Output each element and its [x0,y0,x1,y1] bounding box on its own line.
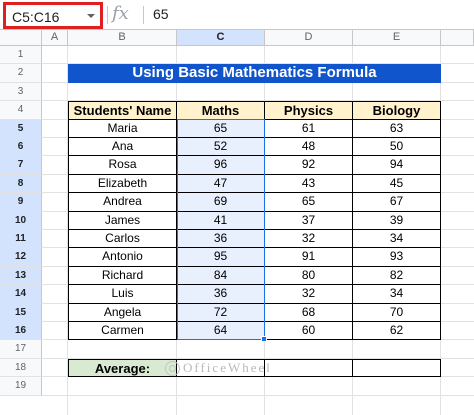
student-name-cell[interactable]: Antonio [68,248,177,267]
score-cell[interactable]: 94 [353,156,441,175]
column-header-a[interactable]: A [42,30,68,46]
score-cell[interactable]: 65 [265,193,353,212]
score-cell[interactable]: 52 [177,138,265,157]
row-header-10[interactable]: 10 [0,211,42,230]
score-cell[interactable]: 60 [265,322,353,341]
score-cell[interactable]: 70 [353,303,441,322]
row-header-16[interactable]: 16 [0,322,42,341]
score-cell[interactable]: 68 [265,303,353,322]
student-name-cell[interactable]: Andrea [68,193,177,212]
row-header-17[interactable]: 17 [0,340,42,359]
score-cell[interactable]: 61 [265,119,353,138]
row-header-4[interactable]: 4 [0,101,42,120]
officewheel-logo [165,360,180,376]
average-value-cell[interactable] [265,358,353,378]
score-cell[interactable]: 45 [353,174,441,194]
score-cell[interactable]: 62 [353,322,441,341]
row-header-3[interactable]: 3 [0,82,42,102]
score-cell[interactable]: 67 [353,193,441,212]
fx-icon: fx [112,3,129,24]
score-cell[interactable]: 72 [177,303,265,322]
column-header-d[interactable]: D [265,30,353,46]
student-name-cell[interactable]: Angela [68,303,177,322]
score-cell[interactable]: 32 [265,230,353,249]
score-cell[interactable]: 65 [177,119,265,138]
row-header-14[interactable]: 14 [0,285,42,304]
student-name-cell[interactable]: Elizabeth [68,174,177,194]
score-cell[interactable]: 41 [177,211,265,230]
row-header-7[interactable]: 7 [0,156,42,175]
column-header-f[interactable] [441,30,474,46]
student-name-cell[interactable]: Maria [68,119,177,138]
name-box[interactable]: C5:C16 [3,2,103,29]
student-name-cell[interactable]: Luis [68,285,177,304]
watermark: OfficeWheel [183,359,272,375]
score-cell[interactable]: 34 [353,230,441,249]
table-header-cell[interactable]: Physics [265,101,353,120]
student-name-cell[interactable]: Ana [68,138,177,157]
score-cell[interactable]: 84 [177,266,265,286]
column-header-e[interactable]: E [353,30,441,46]
score-cell[interactable]: 64 [177,322,265,341]
row-header-1[interactable]: 1 [0,46,42,65]
score-cell[interactable]: 91 [265,248,353,267]
student-name-cell[interactable]: James [68,211,177,230]
table-header-cell[interactable]: Maths [177,101,265,120]
score-cell[interactable]: 80 [265,266,353,286]
formula-bar-divider [107,6,108,24]
column-header-c[interactable]: C [177,30,265,46]
table-header-cell[interactable]: Biology [353,101,441,120]
student-name-cell[interactable]: Carmen [68,322,177,341]
average-label-cell[interactable]: Average: [68,358,177,378]
score-cell[interactable]: 95 [177,248,265,267]
formula-input[interactable]: 65 [153,6,169,22]
score-cell[interactable]: 63 [353,119,441,138]
fill-handle[interactable] [261,336,267,343]
table-header-cell[interactable]: Students' Name [68,101,177,120]
row-header-13[interactable]: 13 [0,266,42,286]
score-cell[interactable]: 37 [265,211,353,230]
score-cell[interactable]: 82 [353,266,441,286]
gridline [42,394,474,396]
student-name-cell[interactable]: Rosa [68,156,177,175]
score-cell[interactable]: 47 [177,174,265,194]
row-header-9[interactable]: 9 [0,193,42,212]
student-name-cell[interactable]: Carlos [68,230,177,249]
score-cell[interactable]: 69 [177,193,265,212]
score-cell[interactable]: 96 [177,156,265,175]
score-cell[interactable]: 48 [265,138,353,157]
chevron-down-icon[interactable] [86,11,96,21]
row-header-5[interactable]: 5 [0,119,42,138]
score-cell[interactable]: 34 [353,285,441,304]
row-header-12[interactable]: 12 [0,248,42,267]
row-header-11[interactable]: 11 [0,230,42,249]
row-header-6[interactable]: 6 [0,138,42,157]
select-all-corner[interactable] [0,30,42,46]
row-header-15[interactable]: 15 [0,303,42,322]
score-cell[interactable]: 43 [265,174,353,194]
row-header-2[interactable]: 2 [0,64,42,83]
score-cell[interactable]: 50 [353,138,441,157]
score-cell[interactable]: 36 [177,285,265,304]
row-header-18[interactable]: 18 [0,358,42,378]
score-cell[interactable]: 92 [265,156,353,175]
column-header-b[interactable]: B [68,30,177,46]
row-header-19[interactable]: 19 [0,377,42,396]
row-header-8[interactable]: 8 [0,174,42,194]
formula-bar: C5:C16 fx 65 [0,0,474,30]
average-value-cell[interactable] [353,358,441,378]
score-cell[interactable]: 32 [265,285,353,304]
name-box-value: C5:C16 [12,9,60,25]
title-banner: Using Basic Mathematics Formula [68,64,441,83]
formula-bar-divider [143,6,144,24]
score-cell[interactable]: 39 [353,211,441,230]
score-cell[interactable]: 93 [353,248,441,267]
score-cell[interactable]: 36 [177,230,265,249]
student-name-cell[interactable]: Richard [68,266,177,286]
